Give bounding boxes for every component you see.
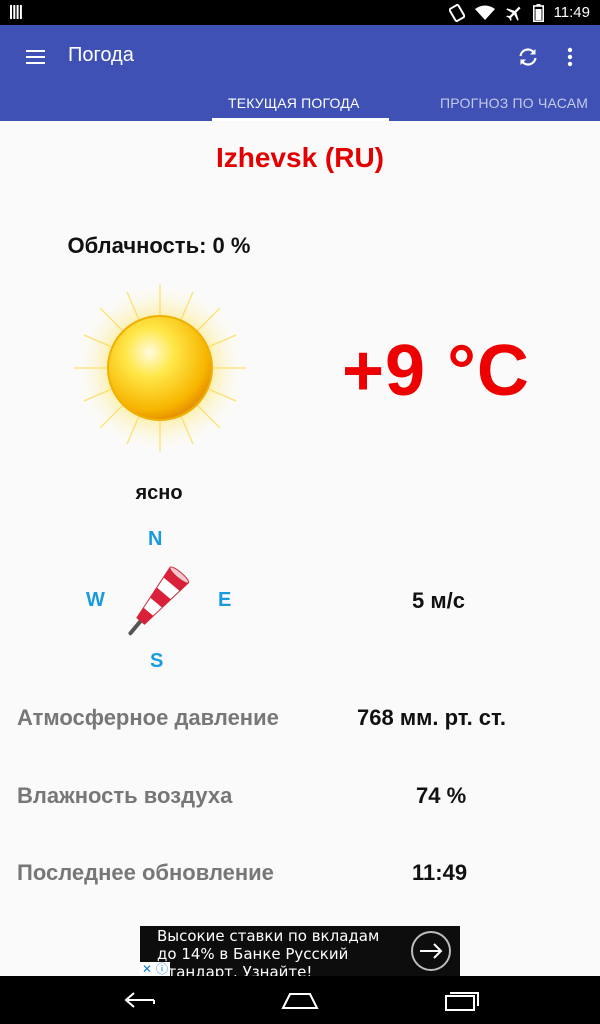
app-title: Погода bbox=[68, 44, 134, 66]
airplane-mode-icon bbox=[505, 6, 521, 21]
ad-banner[interactable]: Высокие ставки по вкладам до 14% в Банке… bbox=[140, 926, 460, 981]
overflow-menu-icon[interactable] bbox=[562, 45, 578, 69]
ad-close-icon[interactable]: ✕ bbox=[142, 963, 152, 975]
tab-indicator bbox=[212, 118, 389, 121]
humidity-value: 74 % bbox=[416, 783, 467, 808]
humidity-label: Влажность воздуха bbox=[17, 783, 233, 808]
temperature: +9 °C bbox=[342, 331, 530, 411]
notification-icon bbox=[10, 5, 22, 19]
pressure-value: 768 мм. рт. ст. bbox=[357, 705, 506, 730]
arrow-right-icon[interactable] bbox=[410, 930, 452, 972]
wind-speed: 5 м/с bbox=[412, 588, 465, 613]
sun-icon bbox=[72, 280, 248, 456]
ad-text[interactable]: Высокие ставки по вкладам до 14% в Банке… bbox=[157, 927, 402, 981]
home-icon[interactable] bbox=[280, 988, 320, 1012]
wifi-icon bbox=[474, 5, 495, 20]
compass-east: E bbox=[218, 589, 232, 611]
last-update-label: Последнее обновление bbox=[17, 860, 274, 885]
ad-choices[interactable]: ✕ ⓘ bbox=[140, 962, 170, 976]
tab-bar: ТЕКУЩАЯ ПОГОДА ПРОГНОЗ ПО ЧАСАМ bbox=[0, 91, 600, 121]
condition-label: ясно bbox=[135, 482, 183, 504]
windsock-icon bbox=[128, 566, 190, 636]
compass-south: S bbox=[150, 650, 164, 672]
tab-hourly-forecast[interactable]: ПРОГНОЗ ПО ЧАСАМ bbox=[440, 95, 588, 111]
tab-current-weather[interactable]: ТЕКУЩАЯ ПОГОДА bbox=[228, 95, 360, 111]
compass-west: W bbox=[86, 589, 105, 611]
app-bar: Погода ТЕКУЩАЯ ПОГОДА ПРОГНОЗ ПО ЧАСАМ bbox=[0, 25, 600, 121]
vibrate-icon bbox=[448, 3, 465, 22]
refresh-icon[interactable] bbox=[516, 45, 540, 69]
navigation-bar bbox=[0, 976, 600, 1024]
city-name: Izhevsk (RU) bbox=[215, 142, 385, 173]
back-icon[interactable] bbox=[118, 988, 158, 1012]
compass-north: N bbox=[148, 528, 163, 550]
recents-icon[interactable] bbox=[444, 988, 480, 1012]
battery-icon bbox=[532, 3, 544, 22]
last-update-value: 11:49 bbox=[412, 860, 468, 885]
menu-icon[interactable] bbox=[24, 45, 48, 69]
ad-info-icon[interactable]: ⓘ bbox=[156, 963, 168, 975]
pressure-label: Атмосферное давление bbox=[17, 705, 279, 730]
status-bar: 11:49 bbox=[0, 0, 600, 25]
status-time: 11:49 bbox=[553, 4, 590, 21]
cloudiness-label: Облачность: 0 % bbox=[67, 233, 251, 258]
